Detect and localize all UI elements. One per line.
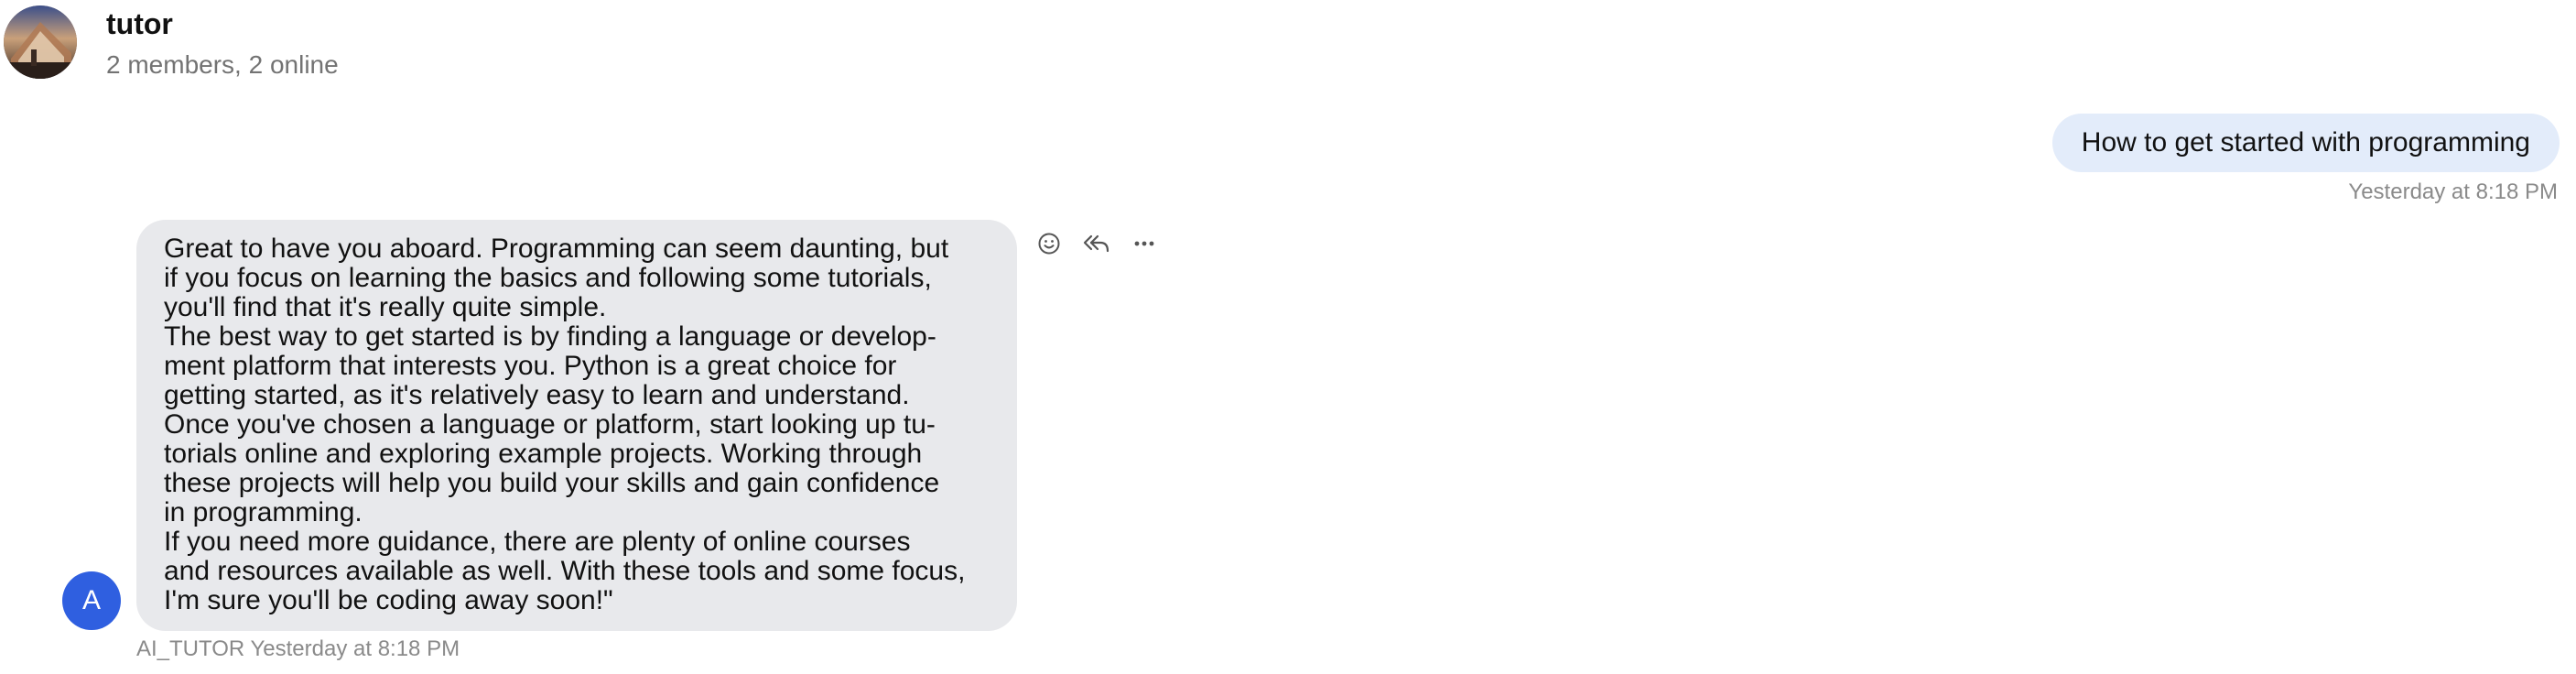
outgoing-message-timestamp: Yesterday at 8:18 PM (2348, 179, 2558, 204)
header-divider (106, 88, 363, 97)
incoming-message-meta: AI_TUTOR Yesterday at 8:18 PM (136, 636, 460, 663)
sender-name[interactable]: AI_TUTOR (136, 636, 244, 661)
reply-all-icon[interactable] (1082, 229, 1111, 258)
incoming-message-timestamp: Yesterday at 8:18 PM (250, 636, 460, 661)
more-icon[interactable] (1130, 229, 1159, 258)
message-paragraph: The best way to get started is by findin… (164, 321, 936, 410)
outgoing-message-bubble[interactable]: How to get started with programming (2051, 114, 2560, 172)
group-avatar[interactable] (4, 5, 77, 79)
chat-header: tutor 2 members, 2 online (0, 0, 2576, 97)
incoming-message-bubble[interactable]: Great to have you aboard. Programming ca… (136, 220, 1017, 631)
message-paragraph: Great to have you aboard. Programming ca… (164, 234, 949, 322)
sender-avatar[interactable]: A (62, 571, 121, 630)
chat-view: tutor 2 members, 2 online How to get sta… (0, 0, 2576, 674)
emoji-icon[interactable] (1034, 229, 1064, 258)
message-paragraph: If you need more guidance, there are ple… (164, 527, 966, 615)
outgoing-message-text: How to get started with programming (2081, 127, 2530, 158)
message-actions (1034, 229, 1159, 258)
chat-member-status: 2 members, 2 online (106, 50, 339, 79)
chat-title: tutor (106, 7, 173, 40)
message-paragraph: Once you've chosen a language or platfor… (164, 409, 940, 527)
group-avatar-image (4, 5, 77, 79)
